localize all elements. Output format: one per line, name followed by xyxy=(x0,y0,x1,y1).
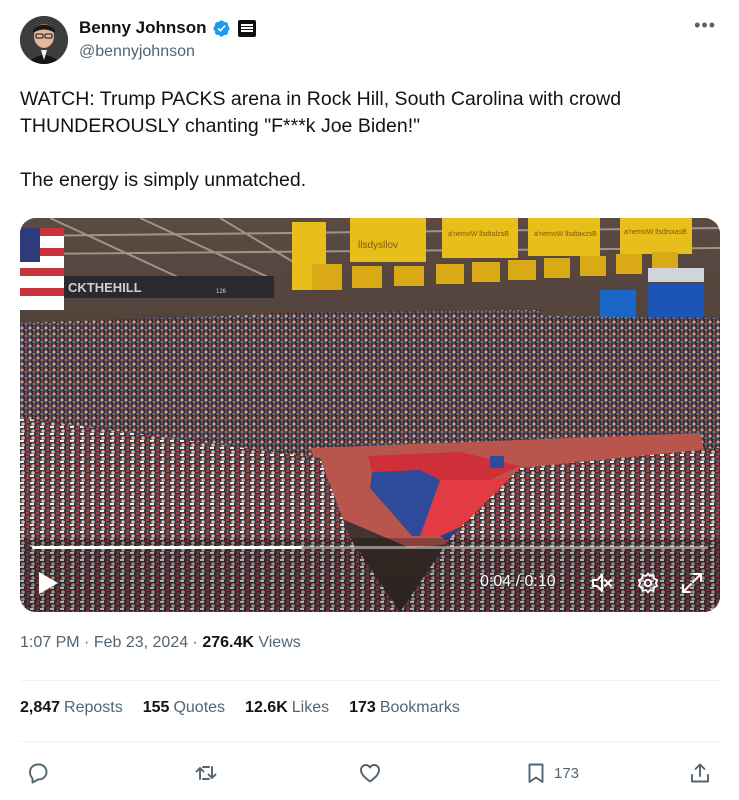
tweet-header: Benny Johnson @bennyjohnson ••• xyxy=(20,14,720,68)
tweet-text-line: THUNDEROUSLY chanting "F***k Joe Biden!" xyxy=(20,115,421,137)
bookmarks-stat[interactable]: 173 Bookmarks xyxy=(349,699,460,717)
engagement-stats: 2,847 Reposts 155 Quotes 12.6K Likes 173 Boo… xyxy=(20,699,460,717)
verified-badge-icon xyxy=(212,19,230,37)
settings-gear-icon[interactable] xyxy=(636,571,660,595)
reply-button[interactable] xyxy=(26,759,50,787)
repost-button[interactable] xyxy=(194,759,218,787)
tweet-text-line: WATCH: Trump PACKS arena in Rock Hill, S… xyxy=(20,88,622,110)
views-label: Views xyxy=(253,634,301,651)
tweet-text-line: The energy is simply unmatched. xyxy=(20,169,307,191)
reply-icon xyxy=(29,763,48,784)
fullscreen-icon[interactable] xyxy=(680,571,704,595)
meta-separator: · xyxy=(188,634,203,651)
video-frame: CKTHEHILL 126 llsdysllov a'nemoW llsdtal… xyxy=(20,218,720,612)
volume-icon[interactable] xyxy=(590,571,614,595)
banner-text: a'nemoW llsdtsxasB xyxy=(624,229,687,236)
heart-icon xyxy=(360,764,380,783)
video-player[interactable]: CKTHEHILL 126 llsdysllov a'nemoW llsdtal… xyxy=(20,218,720,612)
quotes-label: Quotes xyxy=(173,699,226,716)
author-name[interactable]: Benny Johnson xyxy=(79,18,207,38)
section-number: 126 xyxy=(216,289,227,295)
like-button[interactable] xyxy=(358,759,382,787)
divider xyxy=(20,741,720,742)
tweet-time[interactable]: 1:07 PM xyxy=(20,634,80,651)
flag xyxy=(20,228,64,310)
divider xyxy=(20,680,720,681)
banner-text: a'nemoW llsdtalzsB xyxy=(448,231,509,238)
banner-text: llsdysllov xyxy=(358,240,398,251)
reposts-label: Reposts xyxy=(64,699,123,716)
share-icon xyxy=(691,763,709,783)
tweet-meta: 1:07 PM · Feb 23, 2024 · 276.4K Views xyxy=(20,634,301,652)
repost-icon xyxy=(195,766,217,780)
name-row: Benny Johnson xyxy=(79,18,256,38)
banner-text: a'nemoW llsdtaxzsB xyxy=(534,231,597,238)
quotes-stat[interactable]: 155 Quotes xyxy=(143,699,225,717)
reposts-stat[interactable]: 2,847 Reposts xyxy=(20,699,123,717)
bookmark-icon xyxy=(528,763,544,783)
quotes-count: 155 xyxy=(142,699,170,716)
author-handle[interactable]: @bennyjohnson xyxy=(79,43,195,61)
reposts-count: 2,847 xyxy=(20,699,61,716)
action-bar: 173 xyxy=(20,757,720,789)
avatar[interactable] xyxy=(20,16,68,64)
bookmark-button[interactable]: 173 xyxy=(524,759,579,787)
bookmarks-count: 173 xyxy=(349,699,376,716)
share-button[interactable] xyxy=(688,759,712,787)
likes-label: Likes xyxy=(291,699,330,716)
play-icon[interactable] xyxy=(36,570,60,596)
tweet-date[interactable]: Feb 23, 2024 xyxy=(94,634,188,651)
more-options-icon[interactable]: ••• xyxy=(694,16,716,34)
views-count: 276.4K xyxy=(202,634,254,651)
video-progress-fill xyxy=(32,546,303,549)
video-timecode: 0:04 / 0:10 xyxy=(480,573,556,590)
affiliate-badge-icon xyxy=(237,19,256,37)
likes-count: 12.6K xyxy=(245,699,288,716)
meta-separator: · xyxy=(79,634,94,651)
bookmark-count: 173 xyxy=(554,764,580,782)
likes-stat[interactable]: 12.6K Likes xyxy=(245,699,329,717)
bookmarks-label: Bookmarks xyxy=(379,699,460,716)
video-progress-bar[interactable] xyxy=(32,546,708,549)
arena-wall-text: CKTHEHILL xyxy=(68,280,142,295)
tweet-text: WATCH: Trump PACKS arena in Rock Hill, S… xyxy=(20,86,720,194)
